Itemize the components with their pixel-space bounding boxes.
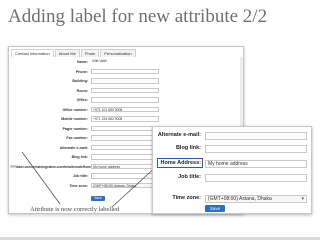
caption: Attribute is now correctly labelled [30,206,120,213]
inset-form-row: Job title: [153,173,313,182]
inset-form-row: Alternate e-mail: [153,131,313,140]
callout-line-caption [21,151,61,205]
inset-form-row: Time zone: (GMT+08:00) Astana, Dhaka [153,194,313,203]
inset-field-label: Alternate e-mail: [157,132,201,138]
inset-time-zone-select[interactable]: (GMT+08:00) Astana, Dhaka [205,194,307,203]
inset-save-button[interactable]: Save [205,205,225,212]
inset-field-label: Job title: [178,174,201,180]
inset-field-label: Time zone: [172,195,201,201]
zoomed-form-inset: Alternate e-mail: Blog link: Home Address:… [152,126,312,214]
home-address-label-highlight [157,158,203,168]
inset-text-input[interactable]: My home address [205,159,307,168]
inset-text-input[interactable] [205,131,307,140]
inset-field-label: Blog link: [175,145,201,151]
inset-form-row: Blog link: [153,144,313,153]
inset-text-input[interactable] [205,144,307,153]
inset-text-input[interactable] [205,173,307,182]
